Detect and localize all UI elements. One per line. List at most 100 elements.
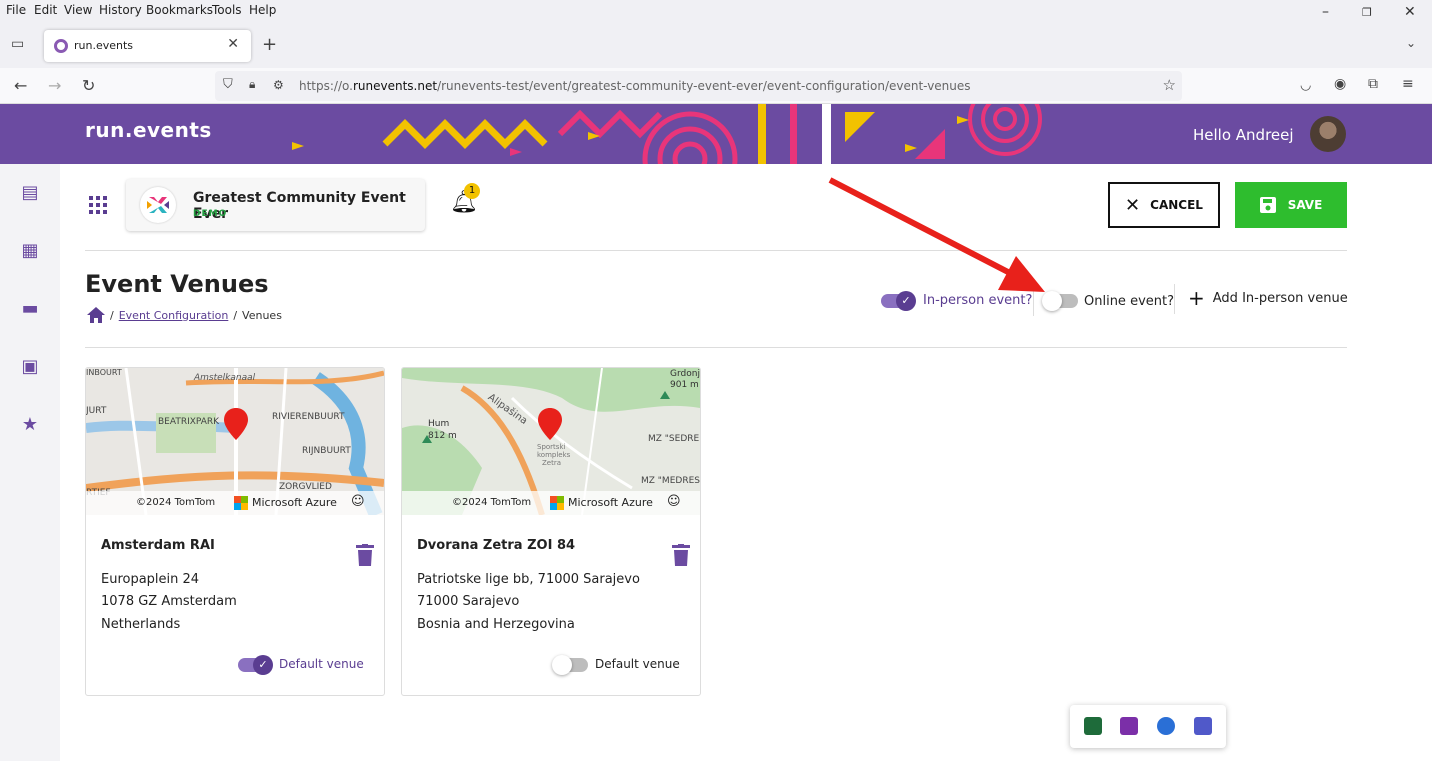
app-banner: run.events Hello Andreej — [0, 104, 1432, 164]
teams-icon[interactable] — [1194, 717, 1212, 735]
tab-title: run.events — [74, 39, 134, 52]
venue-address-line: 1078 GZ Amsterdam — [101, 594, 237, 609]
content-divider — [85, 347, 1347, 348]
pocket-icon[interactable]: ◡ — [1300, 78, 1311, 93]
add-inperson-venue-button[interactable]: + Add In-person venue — [1188, 288, 1348, 308]
left-sidebar: ▤ ▦ ▬ ▣ ★ — [0, 164, 60, 761]
breadcrumb-event-configuration[interactable]: Event Configuration — [119, 309, 229, 322]
plus-icon: + — [1188, 286, 1205, 310]
feedback-icon[interactable]: ☺ — [667, 494, 681, 509]
close-tab-icon[interactable]: ✕ — [227, 36, 239, 52]
favicon-icon — [54, 39, 68, 53]
default-venue-toggle[interactable]: ✓ — [238, 655, 273, 675]
venue-address-line: Patriotske lige bb, 71000 Sarajevo — [417, 572, 640, 587]
venue-card: Alipašina Hum 812 m Grdonj 901 m MZ "SED… — [401, 367, 701, 696]
page-title: Event Venues — [85, 270, 269, 298]
banner-divider — [822, 104, 831, 164]
close-icon: ✕ — [1125, 194, 1141, 216]
browser-menubar: File Edit View History Bookmarks Tools H… — [0, 0, 1432, 22]
browser-tabbar: ▭ run.events ✕ + ⌄ — [0, 22, 1432, 68]
online-toggle[interactable] — [1042, 291, 1078, 311]
clipboard-icon[interactable]: ▣ — [20, 357, 40, 377]
venue-address-line: Bosnia and Herzegovina — [417, 617, 575, 632]
event-logo-icon — [140, 187, 176, 223]
map-attribution: ©2024 TomTom Microsoft Azure ☺ — [402, 491, 700, 515]
url-bar[interactable]: ⛉ 🔒︎ ⚙ https://o.runevents.net/runevents… — [215, 71, 1182, 101]
map-attribution: ©2024 TomTom Microsoft Azure ☺ — [86, 491, 384, 515]
forward-icon[interactable]: → — [48, 76, 61, 95]
online-label: Online event? — [1084, 294, 1174, 309]
trash-icon[interactable] — [672, 544, 690, 566]
menu-edit[interactable]: Edit — [34, 3, 57, 17]
venue-card: Amstelkanaal RIVIERENBUURT BEATRIXPARK R… — [85, 367, 385, 696]
browser-navbar: ← → ↻ ⛉ 🔒︎ ⚙ https://o.runevents.net/run… — [0, 68, 1432, 104]
venue-name: Dvorana Zetra ZOI 84 — [417, 538, 576, 553]
menu-view[interactable]: View — [64, 3, 92, 17]
tab-list-icon[interactable]: ▭ — [11, 36, 24, 52]
microsoft-logo-icon — [234, 496, 248, 510]
apps-grid-icon[interactable] — [89, 196, 107, 214]
restore-icon[interactable]: ❐ — [1362, 6, 1372, 19]
cancel-label: CANCEL — [1150, 198, 1203, 212]
trash-icon[interactable] — [356, 544, 374, 566]
feedback-icon[interactable]: ☺ — [351, 494, 365, 509]
notification-count: 1 — [464, 183, 480, 199]
save-button[interactable]: SAVE — [1235, 182, 1347, 228]
default-venue-label: Default venue — [595, 657, 680, 671]
inperson-label: In-person event? — [923, 293, 1033, 308]
system-tray-popup — [1070, 705, 1226, 748]
cancel-button[interactable]: ✕ CANCEL — [1108, 182, 1220, 228]
hamburger-menu-icon[interactable]: ≡ — [1402, 76, 1414, 92]
defender-icon[interactable] — [1157, 717, 1175, 735]
header-divider — [85, 250, 1347, 251]
bookmark-star-icon[interactable]: ☆ — [1163, 76, 1176, 94]
add-separator — [1174, 284, 1175, 314]
venue-address-line: Netherlands — [101, 617, 181, 632]
back-icon[interactable]: ← — [14, 76, 27, 95]
inperson-toggle[interactable]: ✓ — [881, 291, 916, 311]
shield-icon[interactable]: ⛉ — [223, 77, 233, 92]
home-icon[interactable] — [87, 307, 105, 323]
menu-help[interactable]: Help — [249, 3, 276, 17]
default-venue-toggle[interactable] — [552, 655, 588, 675]
venue-address-line: 71000 Sarajevo — [417, 594, 520, 609]
onenote-icon[interactable] — [1120, 717, 1138, 735]
venue-map[interactable]: Alipašina Hum 812 m Grdonj 901 m MZ "SED… — [402, 368, 700, 515]
menu-tools[interactable]: Tools — [212, 3, 242, 17]
toggle-separator — [1033, 286, 1034, 316]
menu-history[interactable]: History — [99, 3, 142, 17]
venue-address-line: Europaplein 24 — [101, 572, 200, 587]
permissions-icon[interactable]: ⚙ — [273, 78, 284, 92]
event-title: Greatest Community Event Ever — [193, 190, 406, 222]
chat-icon[interactable]: ▤ — [20, 183, 40, 203]
url-text[interactable]: https://o.runevents.net/runevents-test/e… — [299, 79, 971, 93]
venue-map[interactable]: Amstelkanaal RIVIERENBUURT BEATRIXPARK R… — [86, 368, 384, 515]
lock-icon[interactable]: 🔒︎ — [249, 77, 255, 92]
demo-badge: DEMO — [193, 209, 228, 219]
folder-icon[interactable]: ▬ — [20, 299, 40, 319]
app-logo[interactable]: run.events — [85, 118, 212, 142]
menu-bookmarks[interactable]: Bookmarks — [146, 3, 213, 17]
event-selector[interactable]: Greatest Community Event Ever DEMO — [126, 179, 425, 231]
chevron-down-icon[interactable]: ⌄ — [1406, 36, 1416, 50]
save-label: SAVE — [1287, 198, 1323, 212]
close-window-icon[interactable]: ✕ — [1404, 4, 1416, 20]
save-icon — [1259, 197, 1276, 213]
browser-tab[interactable]: run.events ✕ — [44, 30, 251, 62]
star-icon[interactable]: ★ — [20, 415, 40, 435]
minimize-icon[interactable]: – — [1322, 4, 1329, 20]
account-icon[interactable]: ◉ — [1334, 76, 1346, 92]
microsoft-logo-icon — [550, 496, 564, 510]
nvidia-icon[interactable] — [1084, 717, 1102, 735]
avatar[interactable] — [1310, 116, 1346, 152]
menu-file[interactable]: File — [6, 3, 26, 17]
image-icon[interactable]: ▦ — [20, 241, 40, 261]
breadcrumb: / Event Configuration / Venues — [87, 307, 282, 323]
breadcrumb-venues: Venues — [242, 308, 282, 322]
extensions-icon[interactable]: ⧉ — [1368, 76, 1378, 92]
default-venue-label: Default venue — [279, 657, 364, 671]
user-greeting[interactable]: Hello Andreej — [1193, 126, 1294, 144]
new-tab-icon[interactable]: + — [262, 34, 277, 55]
venue-name: Amsterdam RAI — [101, 538, 215, 553]
reload-icon[interactable]: ↻ — [82, 76, 95, 95]
